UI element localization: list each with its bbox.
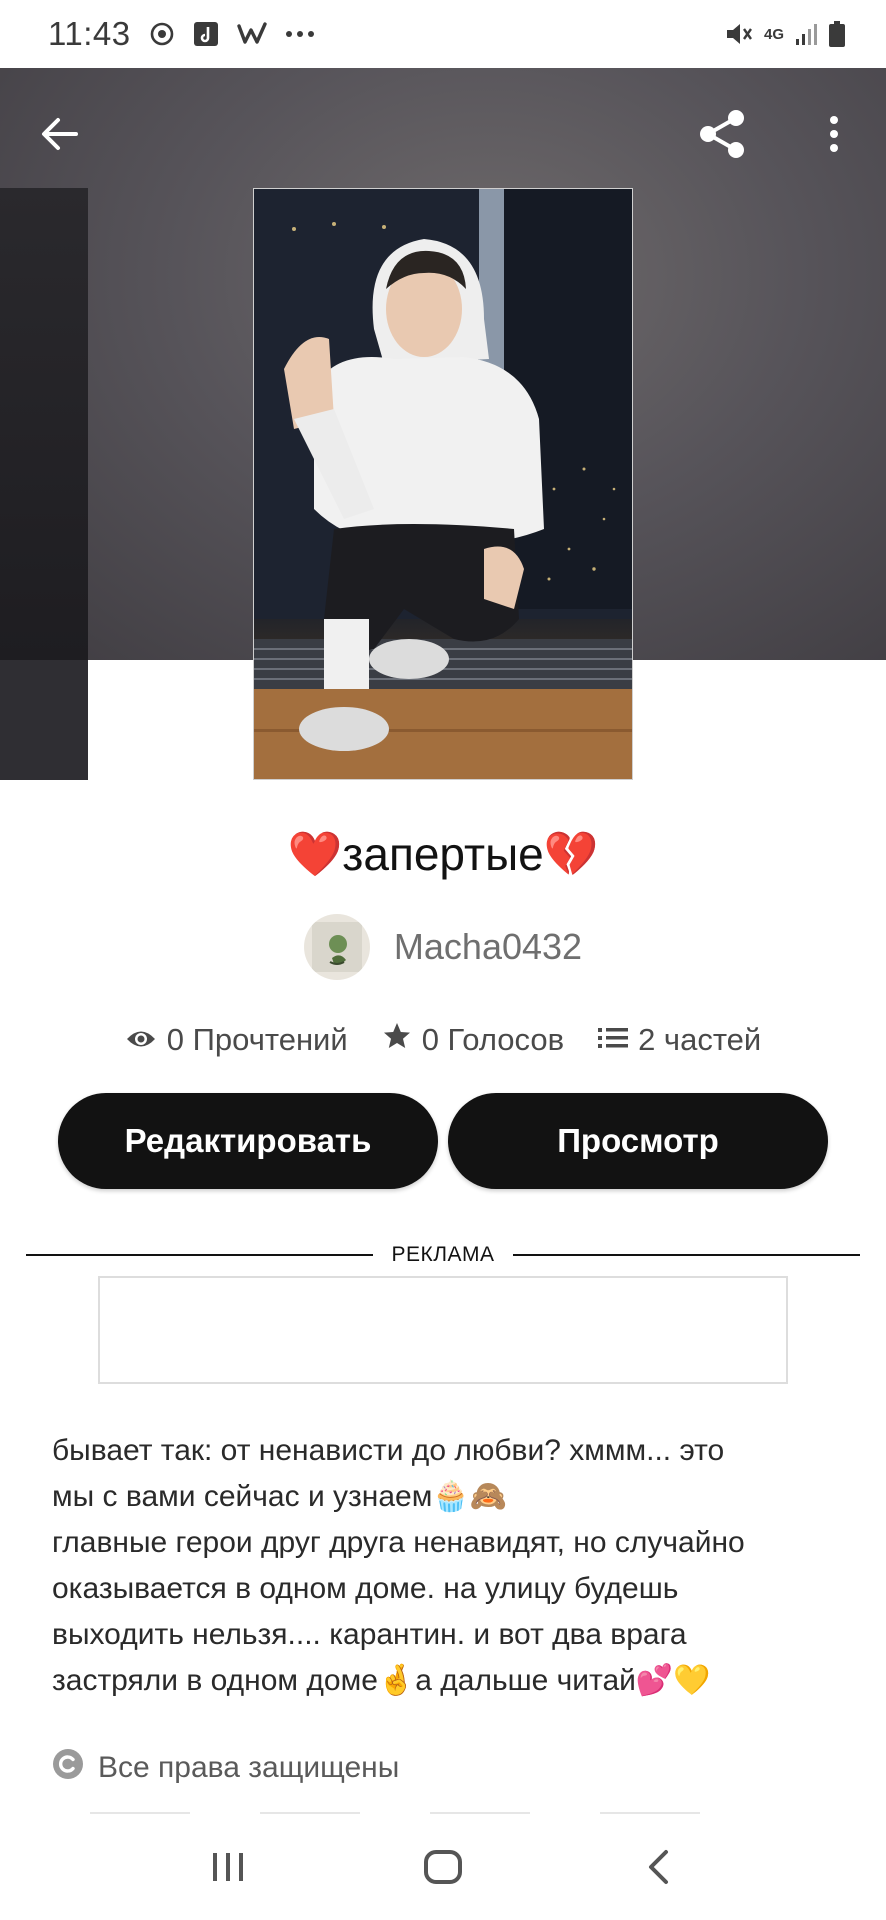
reads-count: 0 Прочтений — [166, 1022, 348, 1057]
cover-illustration — [254, 189, 632, 779]
arrow-left-icon — [40, 116, 80, 157]
copyright-icon — [52, 1748, 84, 1788]
parts-count: 2 частей — [638, 1022, 762, 1057]
copyright-text: Все права защищены — [98, 1751, 400, 1784]
share-button[interactable] — [690, 104, 754, 168]
tag-chip[interactable] — [600, 1812, 700, 1814]
description-text: мы с вами сейчас и узнаем — [52, 1480, 433, 1513]
home-button[interactable] — [403, 1829, 483, 1909]
network-label: 4G — [763, 25, 784, 43]
recent-apps-icon — [211, 1851, 245, 1888]
description-line: застряли в одном доме🤞а дальше читай💕💛 — [52, 1658, 842, 1704]
edit-button[interactable]: Редактировать — [58, 1093, 438, 1189]
share-icon — [696, 108, 748, 165]
description-line: главные герои друг друга ненавидят, но с… — [52, 1526, 745, 1559]
story-stats: 0 Прочтений 0 Голосов 2 частей — [0, 1016, 886, 1064]
music-note-icon — [193, 21, 219, 47]
crossed-fingers-emoji: 🤞 — [377, 1664, 416, 1697]
story-title-text: запертые — [342, 828, 544, 880]
title-heart-emoji: ❤️ — [287, 830, 343, 879]
votes-count: 0 Голосов — [421, 1022, 565, 1057]
view-button[interactable]: Просмотр — [448, 1093, 828, 1189]
list-icon — [598, 1022, 629, 1058]
tag-chips-peek — [90, 1812, 810, 1816]
tag-chip[interactable] — [260, 1812, 360, 1814]
previous-cover-peek-lower — [0, 660, 88, 780]
more-dots-icon — [285, 30, 315, 38]
author-row[interactable]: Macha0432 — [0, 912, 886, 982]
divider-line-right — [512, 1254, 861, 1256]
sync-icon — [149, 21, 175, 47]
story-description: бывает так: от ненависти до любви? хммм.… — [52, 1428, 842, 1704]
home-icon — [423, 1849, 463, 1890]
status-right: 4G — [724, 20, 846, 48]
ad-label: РЕКЛАМА — [391, 1243, 495, 1266]
back-button[interactable] — [28, 104, 92, 168]
chevron-left-icon — [646, 1849, 670, 1890]
description-line: мы с вами сейчас и узнаем🧁🙈 — [52, 1474, 842, 1520]
battery-icon — [828, 20, 846, 48]
description-line: бывает так: от ненависти до любви? хммм.… — [52, 1434, 725, 1467]
status-left: 11:43 — [48, 15, 315, 53]
divider-line-left — [26, 1254, 374, 1256]
action-buttons: Редактировать Просмотр — [58, 1093, 828, 1189]
tag-chip[interactable] — [90, 1812, 190, 1814]
hearts-emoji: 💕💛 — [635, 1664, 711, 1697]
wattpad-w-icon — [236, 22, 267, 46]
signal-icon — [794, 21, 818, 47]
tag-chip[interactable] — [430, 1812, 530, 1814]
status-bar: 11:43 4G — [0, 0, 886, 68]
previous-cover-peek — [0, 188, 88, 660]
recent-apps-button[interactable] — [188, 1829, 268, 1909]
story-cover[interactable] — [253, 188, 633, 780]
cupcake-monkey-emoji: 🧁🙈 — [432, 1480, 508, 1513]
title-broken-heart-emoji: 💔 — [543, 830, 599, 879]
back-nav-button[interactable] — [618, 1829, 698, 1909]
stat-votes: 0 Голосов — [382, 1021, 564, 1059]
stat-reads: 0 Прочтений — [125, 1022, 348, 1058]
stat-parts: 2 частей — [598, 1022, 761, 1058]
status-time: 11:43 — [48, 15, 131, 52]
ad-slot[interactable] — [98, 1276, 788, 1384]
eye-icon — [125, 1022, 157, 1058]
more-options-button[interactable] — [802, 104, 866, 168]
story-title: ❤️ запертые 💔 — [0, 820, 886, 888]
ad-divider: РЕКЛАМА — [26, 1240, 861, 1270]
copyright-row: Все права защищены — [52, 1748, 399, 1788]
description-text: а дальше читай — [415, 1664, 636, 1697]
author-name[interactable]: Macha0432 — [394, 926, 582, 968]
avatar[interactable] — [303, 914, 370, 980]
mute-icon — [724, 20, 754, 48]
system-navigation-bar — [0, 1818, 886, 1920]
description-text: застряли в одном доме — [52, 1664, 378, 1697]
description-line: выходить нельзя.... карантин. и вот два … — [52, 1618, 687, 1651]
star-icon — [382, 1021, 412, 1059]
description-line: оказывается в одном доме. на улицу будеш… — [52, 1572, 679, 1605]
screen: 11:43 4G ❤️ запертые 💔 Macha0432 0 Прочт… — [0, 0, 886, 1920]
more-vertical-icon — [829, 115, 839, 157]
